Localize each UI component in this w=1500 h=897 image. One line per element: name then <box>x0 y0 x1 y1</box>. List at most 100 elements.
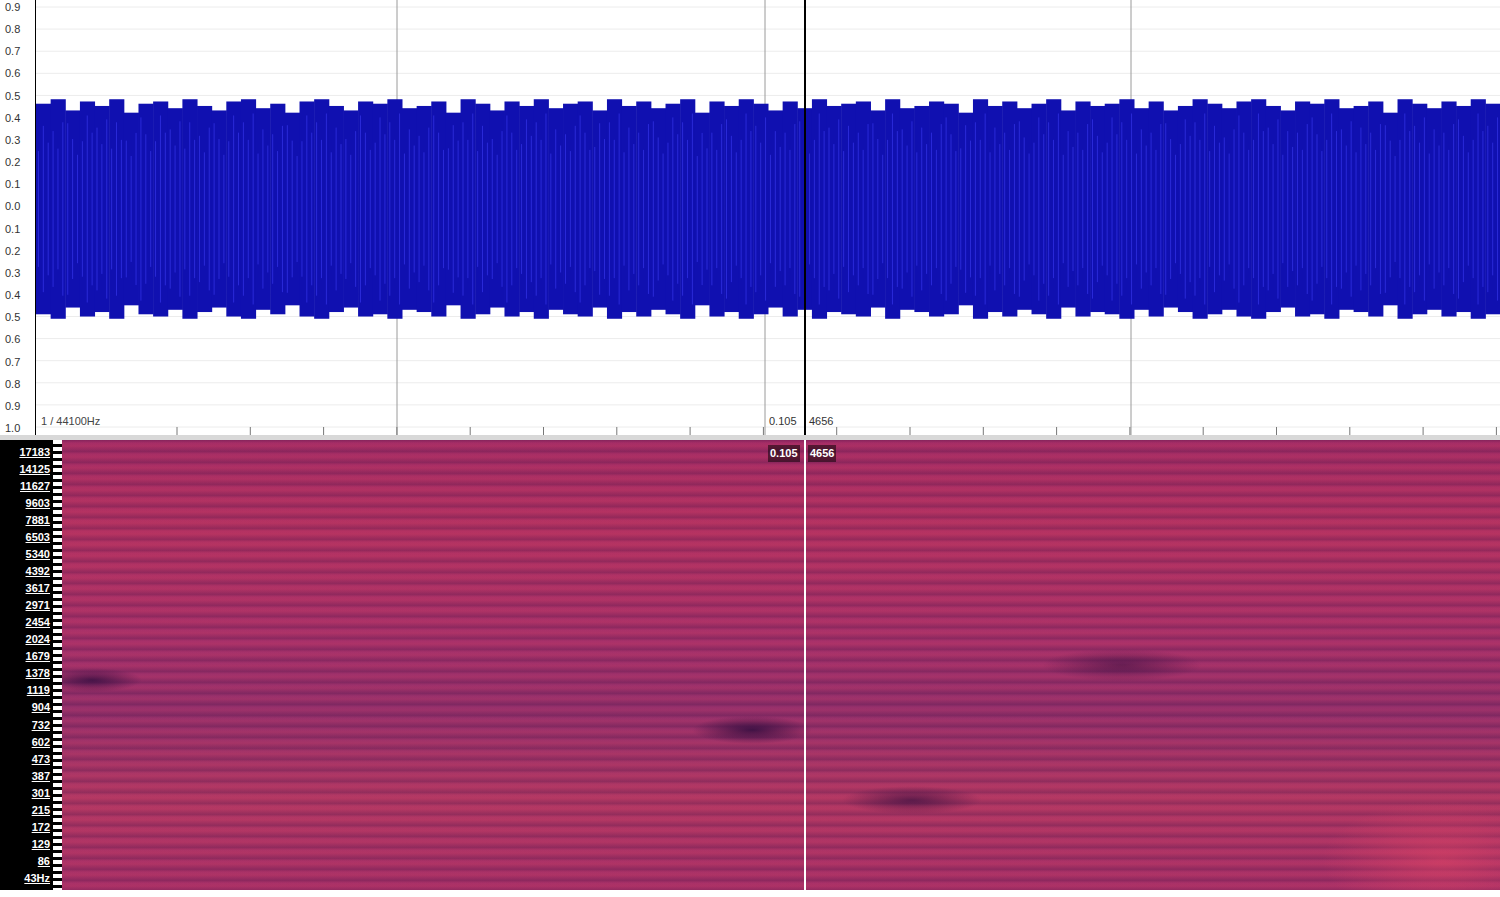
waveform-spike <box>911 121 912 296</box>
waveform-peak <box>256 108 271 310</box>
waveform-spike <box>770 155 771 263</box>
waveform-spike <box>57 149 58 270</box>
waveform-spike <box>43 126 44 292</box>
waveform-spike <box>1453 124 1454 294</box>
waveform-spike <box>428 128 429 291</box>
waveform-spike <box>448 148 449 269</box>
time-tick <box>1056 427 1057 435</box>
waveform-spike <box>165 133 166 286</box>
waveform-peak <box>885 99 900 319</box>
frequency-tick-label: 301 <box>32 787 50 799</box>
waveform-spike <box>1058 114 1059 305</box>
waveform-spike <box>1102 152 1103 265</box>
waveform-spike <box>887 140 888 278</box>
waveform-spike <box>506 115 507 302</box>
waveform-spike <box>516 150 517 268</box>
time-tick <box>177 427 178 435</box>
waveform-spike <box>184 149 185 270</box>
waveform-peak <box>1368 101 1383 316</box>
waveform-spike <box>482 126 483 292</box>
waveform-spike <box>1190 136 1191 282</box>
waveform-peak <box>124 113 139 306</box>
waveform-spike <box>604 139 605 279</box>
waveform-spike <box>140 117 141 300</box>
cursor-sample: 4656 <box>808 445 836 462</box>
waveform-spike <box>355 131 356 287</box>
waveform-spike <box>1312 117 1313 300</box>
time-tick <box>763 427 764 435</box>
waveform-spike <box>277 151 278 267</box>
waveform-spike <box>467 140 468 278</box>
waveform-spike <box>775 131 776 287</box>
frequency-tick-label: 4392 <box>26 565 50 577</box>
waveform-spike <box>1458 119 1459 298</box>
waveform-spike <box>1360 128 1361 291</box>
waveform-spike <box>633 144 634 274</box>
waveform-spike <box>1107 143 1108 276</box>
waveform-spike <box>453 125 454 293</box>
waveform-spike <box>238 133 239 286</box>
waveform-spike <box>907 146 908 273</box>
waveform-spike <box>1204 114 1205 305</box>
waveform-peak <box>475 104 490 315</box>
waveform-plot[interactable]: 1 / 44100Hz 0.105 4656 <box>36 0 1500 435</box>
waveform-spike <box>1409 131 1410 287</box>
waveform-spike <box>1404 114 1405 305</box>
waveform-spike <box>194 140 195 278</box>
waveform-spike <box>594 147 595 271</box>
y-tick-label: 0.4 <box>5 111 35 125</box>
waveform-spike <box>463 122 464 295</box>
waveform-spike <box>321 140 322 278</box>
cursor-line[interactable] <box>804 440 806 890</box>
waveform-spike <box>536 122 537 295</box>
waveform-spike <box>209 128 210 291</box>
waveform-spike <box>1019 121 1020 296</box>
waveform-chart <box>36 0 1500 435</box>
waveform-peak <box>80 101 95 316</box>
waveform-spike <box>780 147 781 271</box>
waveform-spike <box>487 143 488 276</box>
waveform-spike <box>1341 129 1342 288</box>
waveform-peak <box>1383 113 1398 306</box>
waveform-spike <box>131 156 132 262</box>
waveform-spike <box>692 114 693 305</box>
frequency-axis: 1718314125116279603788165035340439236172… <box>0 440 62 890</box>
waveform-spike <box>1141 129 1142 288</box>
y-tick-label: 0.4 <box>5 288 35 302</box>
waveform-peak <box>314 99 329 319</box>
y-tick-label: 0.7 <box>5 44 35 58</box>
cursor-sample: 4656 <box>808 413 834 430</box>
frequency-tick-label: 11627 <box>20 480 50 492</box>
waveform-spike <box>228 141 229 276</box>
waveform-spike <box>1248 150 1249 268</box>
waveform-spike <box>1043 134 1044 284</box>
spectrogram-plot[interactable]: 0.105 4656 <box>62 440 1500 890</box>
sample-rate-label: 1 / 44100Hz <box>40 413 101 430</box>
frequency-tick-label: 1378 <box>26 667 50 679</box>
frequency-tick-label: 17183 <box>19 446 50 458</box>
waveform-spike <box>1077 133 1078 286</box>
waveform-spike <box>765 117 766 300</box>
waveform-spike <box>721 124 722 294</box>
waveform-spike <box>311 133 312 286</box>
waveform-spike <box>951 134 952 284</box>
time-tick <box>690 427 691 435</box>
waveform-spike <box>1238 115 1239 302</box>
waveform-spike <box>116 122 117 295</box>
waveform-spike <box>1390 141 1391 278</box>
waveform-spike <box>1336 131 1337 287</box>
waveform-peak <box>138 104 153 315</box>
waveform-spike <box>409 129 410 288</box>
waveform-spike <box>545 114 546 305</box>
waveform-peak <box>1134 108 1149 310</box>
grid-line <box>36 51 1500 52</box>
cursor-line[interactable] <box>804 0 806 435</box>
waveform-spike <box>1365 144 1366 274</box>
waveform-spike <box>999 144 1000 274</box>
waveform-spike <box>711 133 712 286</box>
waveform-peak <box>534 99 549 319</box>
waveform-spike <box>399 114 400 305</box>
y-tick-label: 0.6 <box>5 332 35 346</box>
waveform-peak <box>300 101 315 316</box>
waveform-spike <box>502 131 503 287</box>
